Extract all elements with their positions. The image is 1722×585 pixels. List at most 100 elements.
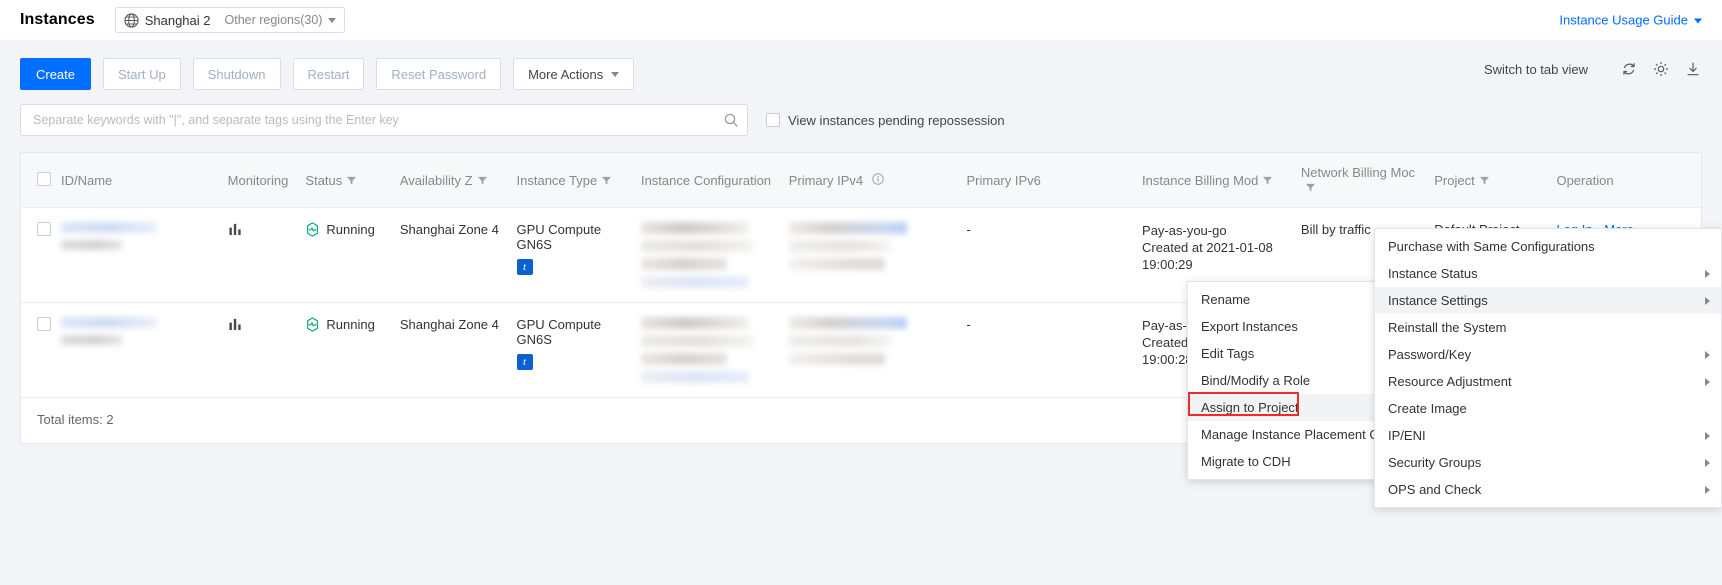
chevron-right-icon [1705, 297, 1710, 305]
menu-item-assign-to-project[interactable]: Assign to Project [1188, 394, 1378, 421]
instance-usage-guide-link[interactable]: Instance Usage Guide [1559, 13, 1702, 28]
col-header-monitoring: Monitoring [228, 153, 306, 208]
cell-instance-configuration [641, 303, 789, 398]
cell-availability-zone: Shanghai Zone 4 [400, 303, 517, 398]
redacted-ipv4-line [789, 353, 885, 365]
menu-item-password-key[interactable]: Password/Key [1375, 341, 1721, 368]
cell-primary-ipv4 [789, 208, 967, 303]
instance-tag-badge[interactable]: t [517, 259, 533, 275]
create-button[interactable]: Create [20, 58, 91, 90]
pending-repossession-checkbox[interactable]: View instances pending repossession [766, 113, 1005, 128]
menu-item-instance-settings[interactable]: Instance Settings [1375, 287, 1721, 314]
instance-type-label: GPU Compute GN6S [517, 222, 635, 252]
page-header: Instances Shanghai 2 Other regions(30) I… [0, 0, 1722, 40]
restart-button[interactable]: Restart [293, 58, 365, 90]
gear-icon[interactable] [1652, 60, 1670, 78]
search-box[interactable] [20, 104, 748, 136]
menu-item-edit-tags[interactable]: Edit Tags [1188, 340, 1378, 367]
monitoring-chart-icon[interactable] [228, 222, 243, 236]
menu-item-security-groups[interactable]: Security Groups [1375, 449, 1721, 476]
cell-status: Running [305, 208, 399, 303]
action-toolbar: Create Start Up Shutdown Restart Reset P… [20, 40, 1702, 90]
filter-icon[interactable] [602, 176, 611, 185]
more-actions-button[interactable]: More Actions [513, 58, 634, 90]
reset-password-button[interactable]: Reset Password [376, 58, 501, 90]
info-icon[interactable] [872, 173, 884, 185]
filter-icon[interactable] [1263, 176, 1272, 185]
col-header-instance-type[interactable]: Instance Type [517, 153, 641, 208]
redacted-config-line [641, 335, 753, 347]
instance-tag-badge[interactable]: t [517, 354, 533, 370]
menu-item-create-image[interactable]: Create Image [1375, 395, 1721, 422]
cell-availability-zone: Shanghai Zone 4 [400, 208, 517, 303]
region-selector[interactable]: Shanghai 2 Other regions(30) [115, 7, 346, 33]
col-header-id-name: ID/Name [61, 153, 228, 208]
menu-item-ops-and-check[interactable]: OPS and Check [1375, 476, 1721, 503]
menu-item-rename[interactable]: Rename [1188, 286, 1378, 313]
table-header: ID/Name Monitoring Status Availability Z… [21, 153, 1701, 208]
select-all-checkbox[interactable] [37, 172, 51, 186]
menu-item-ip-eni[interactable]: IP/ENI [1375, 422, 1721, 449]
running-status-icon [305, 222, 320, 237]
cell-primary-ipv6: - [966, 303, 1142, 398]
more-actions-menu[interactable]: Rename Export Instances Edit Tags Bind/M… [1187, 281, 1379, 480]
menu-item-manage-instance-placement-group[interactable]: Manage Instance Placement Group [1188, 421, 1378, 448]
menu-item-purchase-with-same-configurations[interactable]: Purchase with Same Configurations [1375, 233, 1721, 260]
checkbox-box[interactable] [766, 113, 780, 127]
refresh-icon[interactable] [1620, 60, 1638, 78]
menu-item-migrate-to-cdh[interactable]: Migrate to CDH [1188, 448, 1378, 475]
redacted-config-line [641, 276, 749, 288]
menu-item-reinstall-the-system[interactable]: Reinstall the System [1375, 314, 1721, 341]
shutdown-button[interactable]: Shutdown [193, 58, 281, 90]
filter-icon[interactable] [1480, 176, 1489, 185]
download-icon[interactable] [1684, 60, 1702, 78]
instance-more-menu[interactable]: Purchase with Same Configurations Instan… [1374, 228, 1722, 508]
cell-id-name[interactable] [61, 303, 228, 398]
col-header-operation: Operation [1556, 153, 1701, 208]
col-header-status[interactable]: Status [305, 153, 399, 208]
filter-icon[interactable] [478, 176, 487, 185]
total-items-label: Total items: 2 [37, 412, 114, 427]
status-label: Running [326, 317, 374, 332]
filter-icon[interactable] [1306, 183, 1315, 192]
redacted-instance-name [61, 335, 123, 345]
search-icon[interactable] [723, 112, 739, 128]
redacted-config-line [641, 317, 749, 329]
menu-item-resource-adjustment[interactable]: Resource Adjustment [1375, 368, 1721, 395]
switch-to-tab-view-link[interactable]: Switch to tab view [1484, 62, 1588, 77]
row-checkbox[interactable] [37, 222, 51, 236]
col-header-availability-zone[interactable]: Availability Z [400, 153, 517, 208]
redacted-config-line [641, 240, 753, 252]
billing-created: Created at 2021-01-08 [1142, 239, 1295, 256]
monitoring-chart-icon[interactable] [228, 317, 243, 331]
redacted-instance-id [61, 317, 157, 328]
menu-item-bind-modify-a-role[interactable]: Bind/Modify a Role [1188, 367, 1378, 394]
menu-item-instance-status[interactable]: Instance Status [1375, 260, 1721, 287]
chevron-down-icon [611, 72, 619, 77]
col-header-project[interactable]: Project [1434, 153, 1556, 208]
col-header-network-billing-mode[interactable]: Network Billing Moc [1301, 153, 1434, 208]
col-header-instance-billing-mode[interactable]: Instance Billing Mod [1142, 153, 1301, 208]
row-checkbox-cell[interactable] [21, 303, 61, 398]
search-input[interactable] [31, 112, 723, 128]
chevron-right-icon [1705, 378, 1710, 386]
cell-monitoring[interactable] [228, 208, 306, 303]
menu-item-export-instances[interactable]: Export Instances [1188, 313, 1378, 340]
chevron-down-icon [328, 18, 336, 23]
search-row: View instances pending repossession [20, 104, 1702, 136]
toolbar-right-group: Switch to tab view [1484, 60, 1702, 78]
row-checkbox-cell[interactable] [21, 208, 61, 303]
start-up-button[interactable]: Start Up [103, 58, 181, 90]
cell-instance-type: GPU Compute GN6S t [517, 208, 641, 303]
row-checkbox[interactable] [37, 317, 51, 331]
redacted-config-line [641, 222, 749, 234]
redacted-ipv4-line [789, 240, 891, 252]
select-all-header[interactable] [21, 153, 61, 208]
billing-time: 19:00:29 [1142, 256, 1295, 273]
cell-monitoring[interactable] [228, 303, 306, 398]
other-regions-label: Other regions(30) [225, 13, 323, 27]
cell-id-name[interactable] [61, 208, 228, 303]
filter-icon[interactable] [347, 176, 356, 185]
redacted-ipv4-line [789, 222, 907, 234]
chevron-right-icon [1705, 459, 1710, 467]
